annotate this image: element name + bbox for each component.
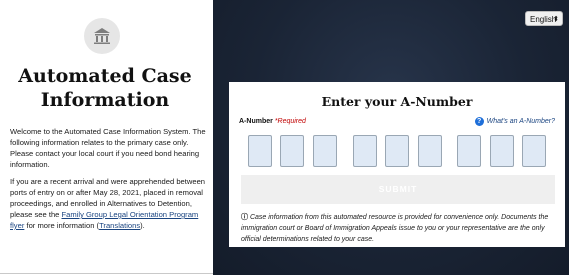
recent-arrival-paragraph: If you are a recent arrival and were app… (10, 176, 208, 231)
page-title-line2: Information (40, 89, 170, 111)
digit-input-1[interactable] (248, 135, 272, 167)
welcome-paragraph: Welcome to the Automated Case Informatio… (10, 127, 206, 169)
card-title: Enter your A-Number (321, 94, 473, 109)
logo (84, 18, 120, 54)
disclaimer-text: Case information from this automated res… (241, 214, 549, 243)
digit-input-8[interactable] (490, 135, 514, 167)
left-panel: Automated Case Information Welcome to th… (0, 0, 213, 275)
submit-button[interactable]: SUBMIT (241, 175, 555, 204)
courthouse-icon (94, 28, 110, 44)
anumber-label-text: A-Number (239, 118, 273, 125)
digit-input-6[interactable] (418, 135, 442, 167)
digit-input-3[interactable] (313, 135, 337, 167)
help-link-text: What's an A-Number? (486, 118, 555, 125)
digit-input-4[interactable] (353, 135, 377, 167)
page-title-line1: Automated Case (18, 65, 192, 87)
question-circle-icon: ? (474, 117, 484, 126)
anumber-card: Enter your A-Number A-Number *Required ?… (229, 82, 565, 247)
help-link[interactable]: ? What's an A-Number? (474, 117, 555, 126)
translations-link[interactable]: Translations (99, 221, 140, 230)
disclaimer: ⓘ Case information from this automated r… (241, 212, 557, 245)
divider (0, 273, 213, 274)
anumber-label: A-Number *Required (239, 118, 306, 125)
info-icon: ⓘ (241, 214, 248, 221)
required-indicator: *Required (274, 118, 306, 125)
digit-input-5[interactable] (385, 135, 409, 167)
digit-input-2[interactable] (280, 135, 304, 167)
page-title: Automated Case Information (10, 64, 200, 112)
digit-input-7[interactable] (457, 135, 481, 167)
recent-arrival-text-end: ). (140, 221, 145, 230)
digit-input-9[interactable] (522, 135, 546, 167)
recent-arrival-text-middle: for more information ( (24, 221, 100, 230)
updown-arrow-icon: ⬍ (553, 16, 559, 23)
language-select[interactable]: English ⬍ (525, 11, 563, 26)
